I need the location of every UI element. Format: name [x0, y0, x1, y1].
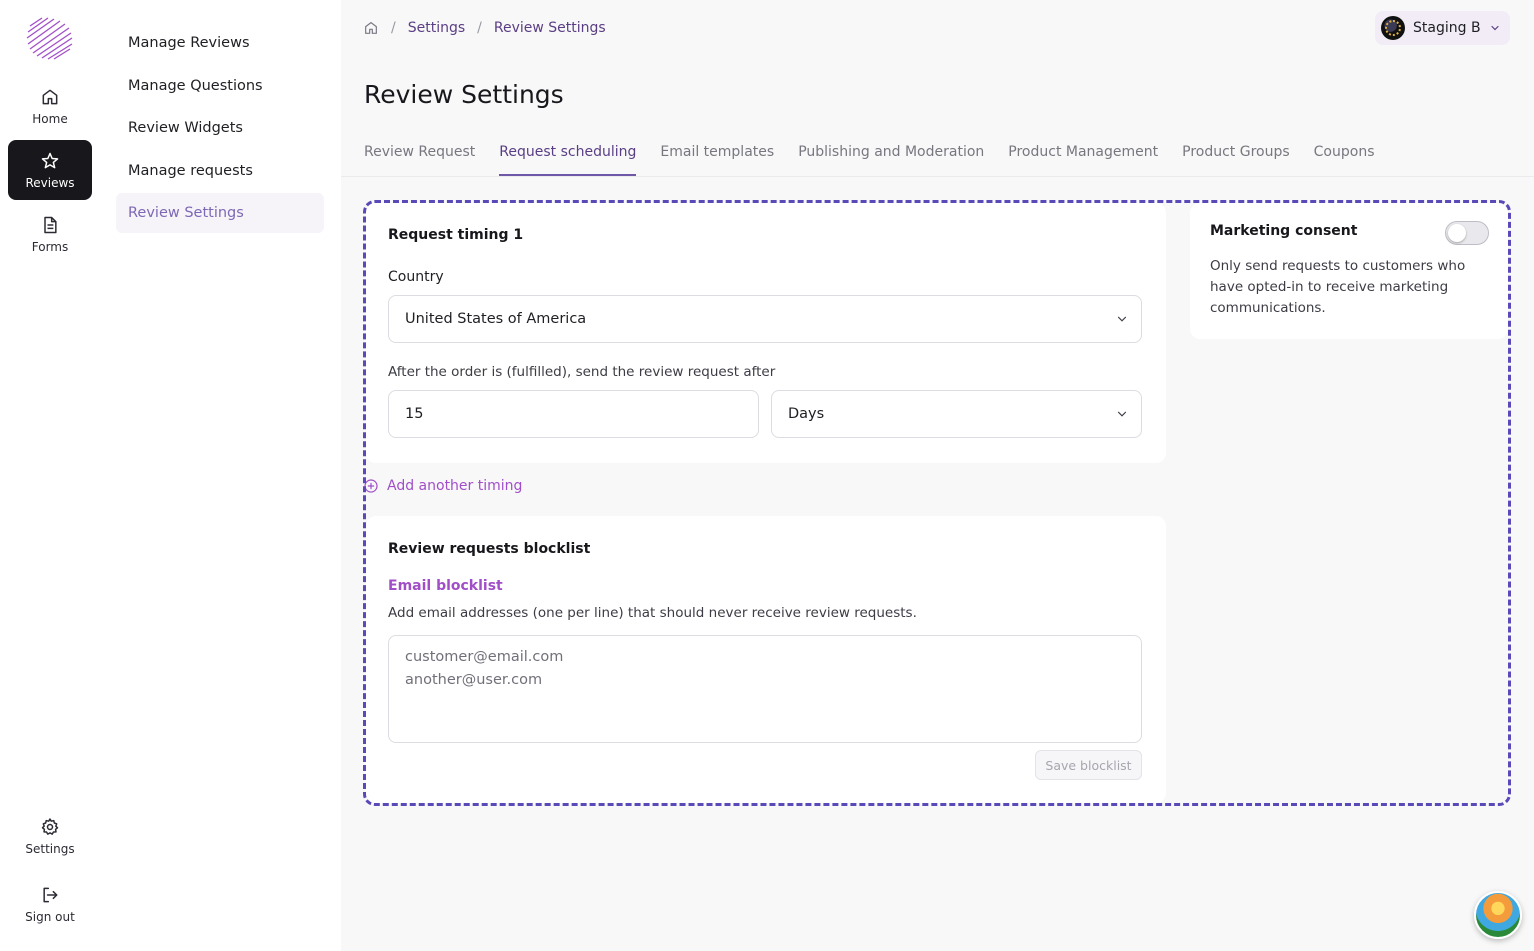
workspace-avatar	[1381, 16, 1405, 40]
main-content: / Settings / Review Settings Staging B R…	[341, 0, 1534, 951]
rail-item-label: Forms	[31, 239, 69, 254]
workspace-name: Staging B	[1413, 20, 1481, 36]
tab-request-scheduling[interactable]: Request scheduling	[499, 138, 637, 176]
subnav-item-review-widgets[interactable]: Review Widgets	[116, 108, 324, 148]
home-icon[interactable]	[363, 20, 379, 36]
brand-logo-icon[interactable]	[24, 14, 76, 60]
gear-icon	[41, 817, 59, 835]
rail-item-label: Sign out	[25, 909, 75, 924]
reviews-subnav: Manage Reviews Manage Questions Review W…	[100, 0, 341, 951]
app-rail: Home Reviews Forms Settings Sign out	[0, 0, 100, 951]
subnav-item-manage-questions[interactable]: Manage Questions	[116, 66, 324, 106]
tab-product-management[interactable]: Product Management	[1008, 138, 1158, 176]
breadcrumb-item-settings[interactable]: Settings	[408, 20, 465, 36]
document-icon	[44, 216, 57, 233]
breadcrumb-item-current: Review Settings	[493, 20, 606, 36]
rail-item-settings[interactable]: Settings	[8, 806, 92, 866]
tab-coupons[interactable]: Coupons	[1314, 138, 1375, 176]
tabs-divider	[341, 176, 1534, 177]
breadcrumb-separator: /	[391, 20, 396, 36]
workspace-switcher[interactable]: Staging B	[1375, 11, 1510, 45]
home-icon	[42, 89, 58, 104]
tab-email-templates[interactable]: Email templates	[660, 138, 774, 176]
rail-item-reviews[interactable]: Reviews	[8, 140, 92, 200]
subnav-item-manage-reviews[interactable]: Manage Reviews	[116, 23, 324, 63]
rail-item-signout[interactable]: Sign out	[8, 874, 92, 934]
subnav-item-manage-requests[interactable]: Manage requests	[116, 151, 324, 191]
tab-publishing-moderation[interactable]: Publishing and Moderation	[798, 138, 984, 176]
rail-item-home[interactable]: Home	[8, 76, 92, 136]
rail-item-forms[interactable]: Forms	[8, 204, 92, 264]
breadcrumb-separator: /	[477, 20, 482, 36]
tab-review-request[interactable]: Review Request	[364, 138, 475, 176]
rail-item-label: Reviews	[25, 175, 75, 190]
page-title: Review Settings	[364, 80, 564, 109]
sign-out-icon	[43, 887, 58, 902]
star-icon	[41, 152, 59, 168]
tab-product-groups[interactable]: Product Groups	[1182, 138, 1290, 176]
rail-item-label: Home	[32, 111, 68, 126]
subnav-item-review-settings[interactable]: Review Settings	[116, 193, 324, 233]
assistant-launcher-icon[interactable]	[1474, 891, 1522, 939]
breadcrumb: / Settings / Review Settings	[363, 18, 606, 38]
rail-item-label: Settings	[25, 841, 75, 856]
chevron-down-icon	[1490, 25, 1499, 31]
settings-tabs: Review Request Request scheduling Email …	[364, 138, 1375, 176]
highlight-outline	[363, 200, 1511, 806]
